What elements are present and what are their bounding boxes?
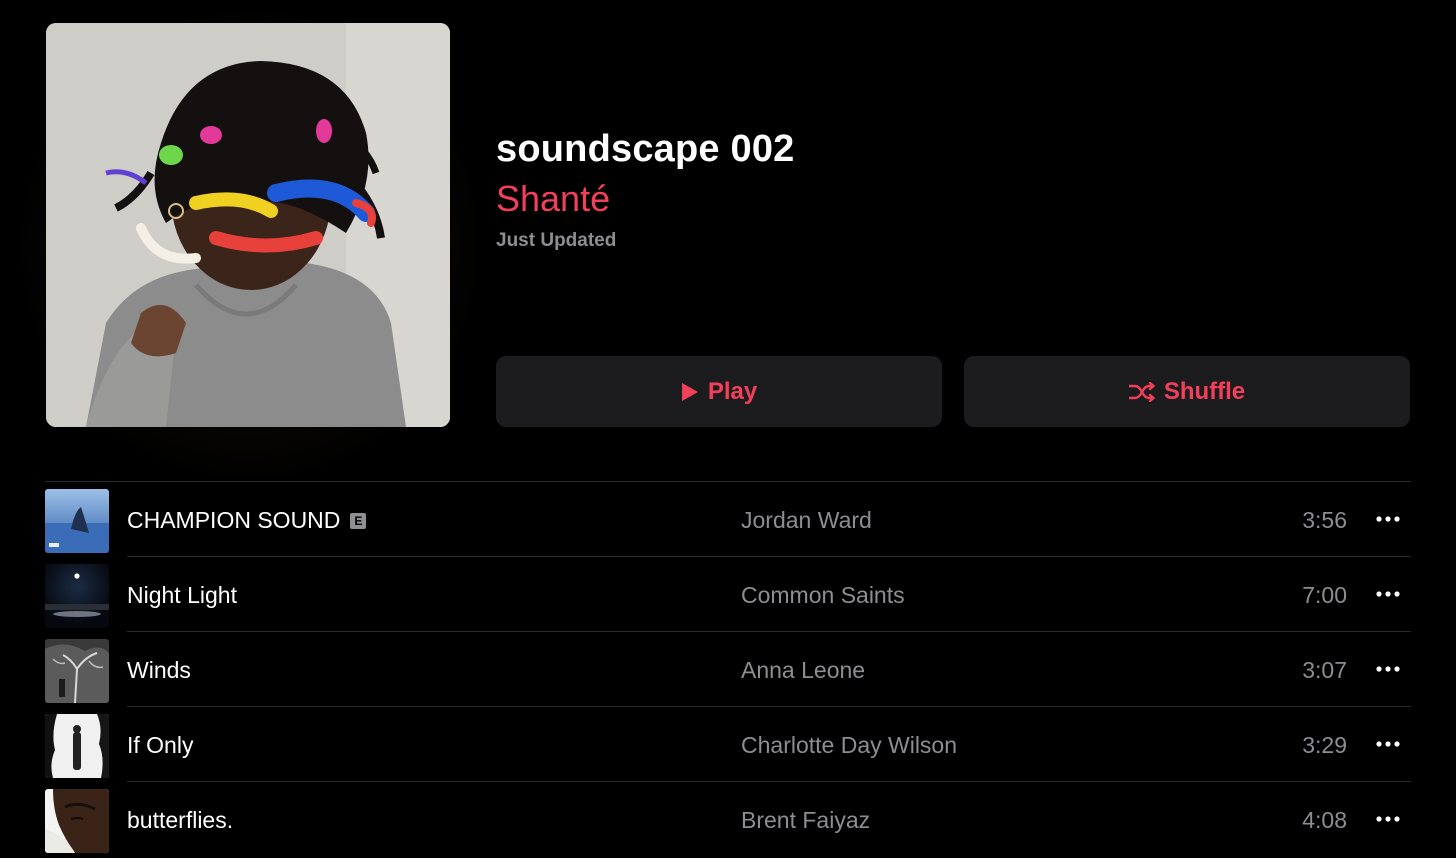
more-options-icon[interactable] [1375,506,1401,532]
track-title: Night Light [127,582,237,608]
track-artist[interactable]: Brent Faiyaz [741,807,870,834]
track-row[interactable]: CHAMPION SOUND E Jordan Ward 3:56 [45,482,1411,557]
track-title: butterflies. [127,807,234,833]
track-title: CHAMPION SOUND [127,507,341,533]
play-button-label: Play [707,377,758,405]
more-options-icon[interactable] [1375,806,1401,832]
track-artwork [45,714,109,778]
track-row[interactable]: Night Light Common Saints 7:00 [45,557,1411,632]
shuffle-button[interactable]: Shuffle [964,356,1410,427]
track-title: If Only [127,732,194,758]
track-title: Winds [127,657,191,683]
track-duration: 3:07 [1302,657,1347,683]
track-artist[interactable]: Anna Leone [741,657,865,684]
playlist-artwork [46,23,450,427]
track-row[interactable]: If Only Charlotte Day Wilson 3:29 [45,707,1411,782]
track-row[interactable]: butterflies. Brent Faiyaz 4:08 [45,782,1411,857]
track-duration: 4:08 [1302,807,1347,833]
track-artwork [45,489,109,553]
more-options-icon[interactable] [1375,731,1401,757]
play-icon [681,382,699,402]
more-options-icon[interactable] [1375,656,1401,682]
shuffle-icon [1128,381,1155,402]
playlist-curator-link[interactable]: Shanté [496,178,610,220]
track-artwork [45,564,109,628]
track-duration: 3:56 [1302,507,1347,533]
playlist-title: soundscape 002 [496,128,795,170]
explicit-badge: E [350,512,367,529]
track-artist[interactable]: Charlotte Day Wilson [741,732,957,759]
track-duration: 3:29 [1302,732,1347,758]
track-artist[interactable]: Common Saints [741,582,905,609]
play-button[interactable]: Play [496,356,942,427]
track-duration: 7:00 [1302,582,1347,608]
shuffle-button-label: Shuffle [1163,377,1246,405]
track-artwork [45,639,109,703]
track-artwork [45,789,109,853]
playlist-updated-status: Just Updated [496,230,617,251]
track-artist[interactable]: Jordan Ward [741,507,872,534]
more-options-icon[interactable] [1375,581,1401,607]
track-row[interactable]: Winds Anna Leone 3:07 [45,632,1411,707]
